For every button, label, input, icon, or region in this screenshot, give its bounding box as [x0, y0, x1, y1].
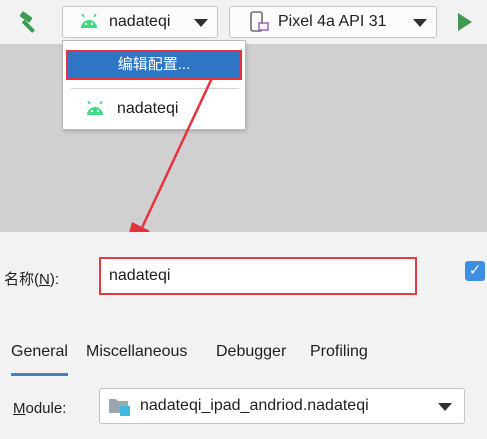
chevron-down-icon — [438, 403, 452, 411]
run-icon[interactable] — [458, 13, 472, 31]
name-label-mnemonic: N — [39, 271, 50, 288]
dropdown-config-label: nadateqi — [117, 100, 179, 117]
module-field-label: Module: — [13, 400, 66, 417]
device-phone-icon — [250, 11, 269, 32]
checkbox-checked[interactable]: ✓ — [465, 261, 485, 281]
device-label: Pixel 4a API 31 — [278, 13, 387, 30]
main-toolbar: nadateqi Pixel 4a API 31 — [0, 0, 487, 44]
module-folder-icon — [109, 399, 130, 416]
android-icon — [81, 14, 97, 28]
run-config-dropdown: 编辑配置... nadateqi — [62, 40, 246, 130]
android-icon — [87, 101, 103, 115]
tab-general[interactable]: General — [11, 340, 68, 376]
dropdown-divider — [71, 88, 239, 89]
build-hammer-icon[interactable] — [16, 10, 42, 36]
config-tabs: General Miscellaneous Debugger Profiling — [0, 340, 487, 376]
module-label-mnemonic: M — [13, 400, 26, 417]
module-value: nadateqi_ipad_andriod.nadateqi — [140, 397, 369, 414]
edit-configurations-item[interactable]: 编辑配置... — [66, 50, 242, 80]
config-editor-panel: 名称(N): ✓ General Miscellaneous Debugger … — [0, 232, 487, 439]
chevron-down-icon — [413, 19, 427, 27]
run-config-selector[interactable]: nadateqi — [62, 6, 218, 38]
chevron-down-icon — [194, 19, 208, 27]
tab-profiling[interactable]: Profiling — [310, 340, 368, 376]
module-label-rest: odule: — [25, 400, 67, 417]
run-config-label: nadateqi — [109, 13, 171, 30]
dropdown-config-item[interactable]: nadateqi — [85, 98, 178, 120]
name-label-prefix: 名称( — [4, 271, 39, 288]
tab-miscellaneous[interactable]: Miscellaneous — [86, 340, 187, 376]
name-input[interactable] — [99, 257, 417, 295]
device-selector[interactable]: Pixel 4a API 31 — [229, 6, 437, 38]
name-label-suffix: ): — [49, 271, 60, 288]
module-selector[interactable]: nadateqi_ipad_andriod.nadateqi — [99, 388, 465, 424]
name-field-label: 名称(N): — [4, 268, 59, 289]
tab-debugger[interactable]: Debugger — [216, 340, 286, 376]
